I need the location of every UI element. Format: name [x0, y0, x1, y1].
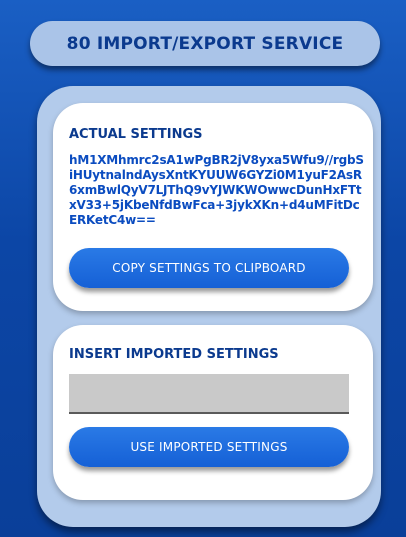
- actual-settings-value: hM1XMhmrc2sA1wPgBR2jV8yxa5Wfu9//rgbSiHUy…: [69, 153, 364, 227]
- actual-settings-heading: ACTUAL SETTINGS: [69, 127, 203, 142]
- insert-settings-card: INSERT IMPORTED SETTINGS USE IMPORTED SE…: [53, 325, 373, 500]
- imported-settings-input[interactable]: [69, 374, 349, 414]
- insert-settings-heading: INSERT IMPORTED SETTINGS: [69, 347, 279, 362]
- page-header: 80 IMPORT/EXPORT SERVICE: [30, 21, 380, 66]
- use-imported-settings-button[interactable]: USE IMPORTED SETTINGS: [69, 427, 349, 467]
- page-title: 80 IMPORT/EXPORT SERVICE: [66, 33, 344, 54]
- actual-settings-card: ACTUAL SETTINGS hM1XMhmrc2sA1wPgBR2jV8yx…: [53, 103, 373, 311]
- copy-settings-button[interactable]: COPY SETTINGS TO CLIPBOARD: [69, 248, 349, 288]
